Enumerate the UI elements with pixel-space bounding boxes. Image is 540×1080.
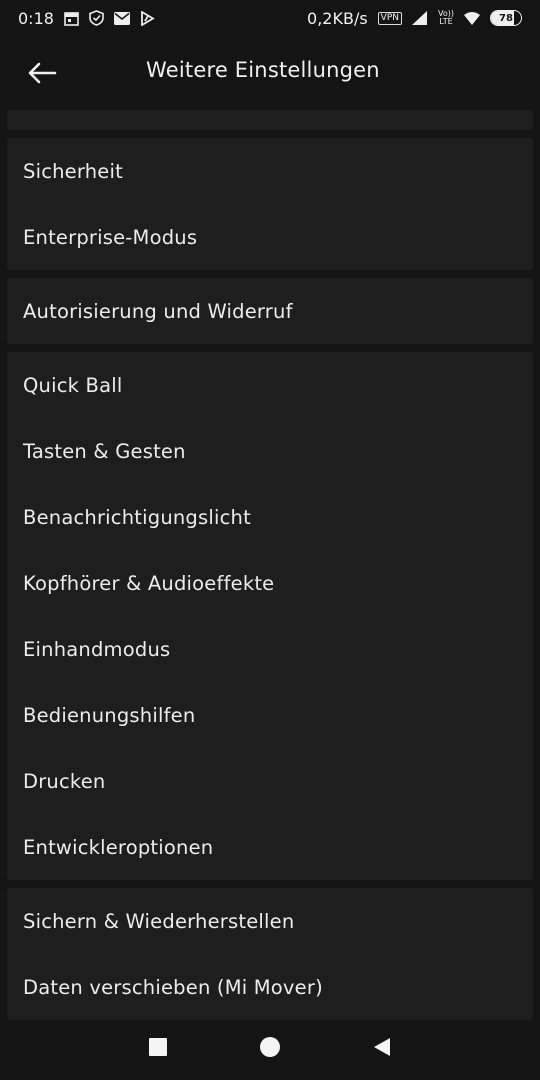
notification-icon (140, 10, 155, 26)
lte-label: LTE (439, 17, 453, 26)
app-header: Weitere Einstellungen (0, 36, 540, 110)
page-title: Weitere Einstellungen (146, 58, 380, 82)
settings-group: Sichern & Wiederherstellen Daten verschie… (7, 888, 533, 1020)
list-item-partial[interactable] (7, 110, 533, 130)
navigation-bar (0, 1014, 540, 1080)
status-bar: 0:18 0,2KB/s VPN Vo)) LTE 78 (0, 0, 540, 36)
list-item[interactable]: Sicherheit (7, 138, 533, 204)
battery-level: 78 (499, 12, 513, 24)
wifi-icon (464, 11, 480, 25)
list-item[interactable]: Autorisierung und Widerruf (7, 278, 533, 344)
lte-icon: Vo)) LTE (438, 10, 454, 26)
settings-group: Autorisierung und Widerruf (7, 278, 533, 344)
list-item[interactable]: Einhandmodus (7, 616, 533, 682)
list-item[interactable]: Tasten & Gesten (7, 418, 533, 484)
calendar-icon (64, 11, 79, 26)
list-item[interactable]: Enterprise-Modus (7, 204, 533, 270)
list-item[interactable]: Sichern & Wiederherstellen (7, 888, 533, 954)
arrow-left-icon (28, 62, 57, 84)
mail-icon (113, 11, 130, 25)
list-item[interactable]: Quick Ball (7, 352, 533, 418)
list-item[interactable]: Kopfhörer & Audioeffekte (7, 550, 533, 616)
settings-groups: Sicherheit Enterprise-Modus Autorisierung … (0, 138, 540, 1020)
settings-group: Sicherheit Enterprise-Modus (7, 138, 533, 270)
shield-icon (89, 10, 104, 26)
settings-group: Quick Ball Tasten & Gesten Benachrichtigun… (7, 352, 533, 880)
settings-group-partial (7, 110, 533, 130)
status-left: 0:18 (18, 9, 155, 28)
list-item[interactable]: Drucken (7, 748, 533, 814)
list-item[interactable]: Benachrichtigungslicht (7, 484, 533, 550)
signal-icon (412, 11, 428, 25)
vpn-icon: VPN (377, 11, 402, 25)
list-item[interactable]: Bedienungshilfen (7, 682, 533, 748)
square-icon (149, 1038, 167, 1056)
home-button[interactable] (253, 1030, 287, 1064)
battery-icon: 78 (490, 10, 522, 26)
back-nav-button[interactable] (365, 1030, 399, 1064)
list-item[interactable]: Entwickleroptionen (7, 814, 533, 880)
triangle-back-icon (374, 1038, 390, 1056)
status-right: 0,2KB/s VPN Vo)) LTE 78 (307, 9, 522, 28)
recents-button[interactable] (141, 1030, 175, 1064)
settings-list: Sicherheit Enterprise-Modus Autorisierung … (0, 110, 540, 1028)
back-button[interactable] (0, 36, 84, 110)
list-item[interactable]: Daten verschieben (Mi Mover) (7, 954, 533, 1020)
status-time: 0:18 (18, 8, 54, 28)
circle-icon (260, 1037, 280, 1057)
network-speed: 0,2KB/s (307, 8, 368, 28)
